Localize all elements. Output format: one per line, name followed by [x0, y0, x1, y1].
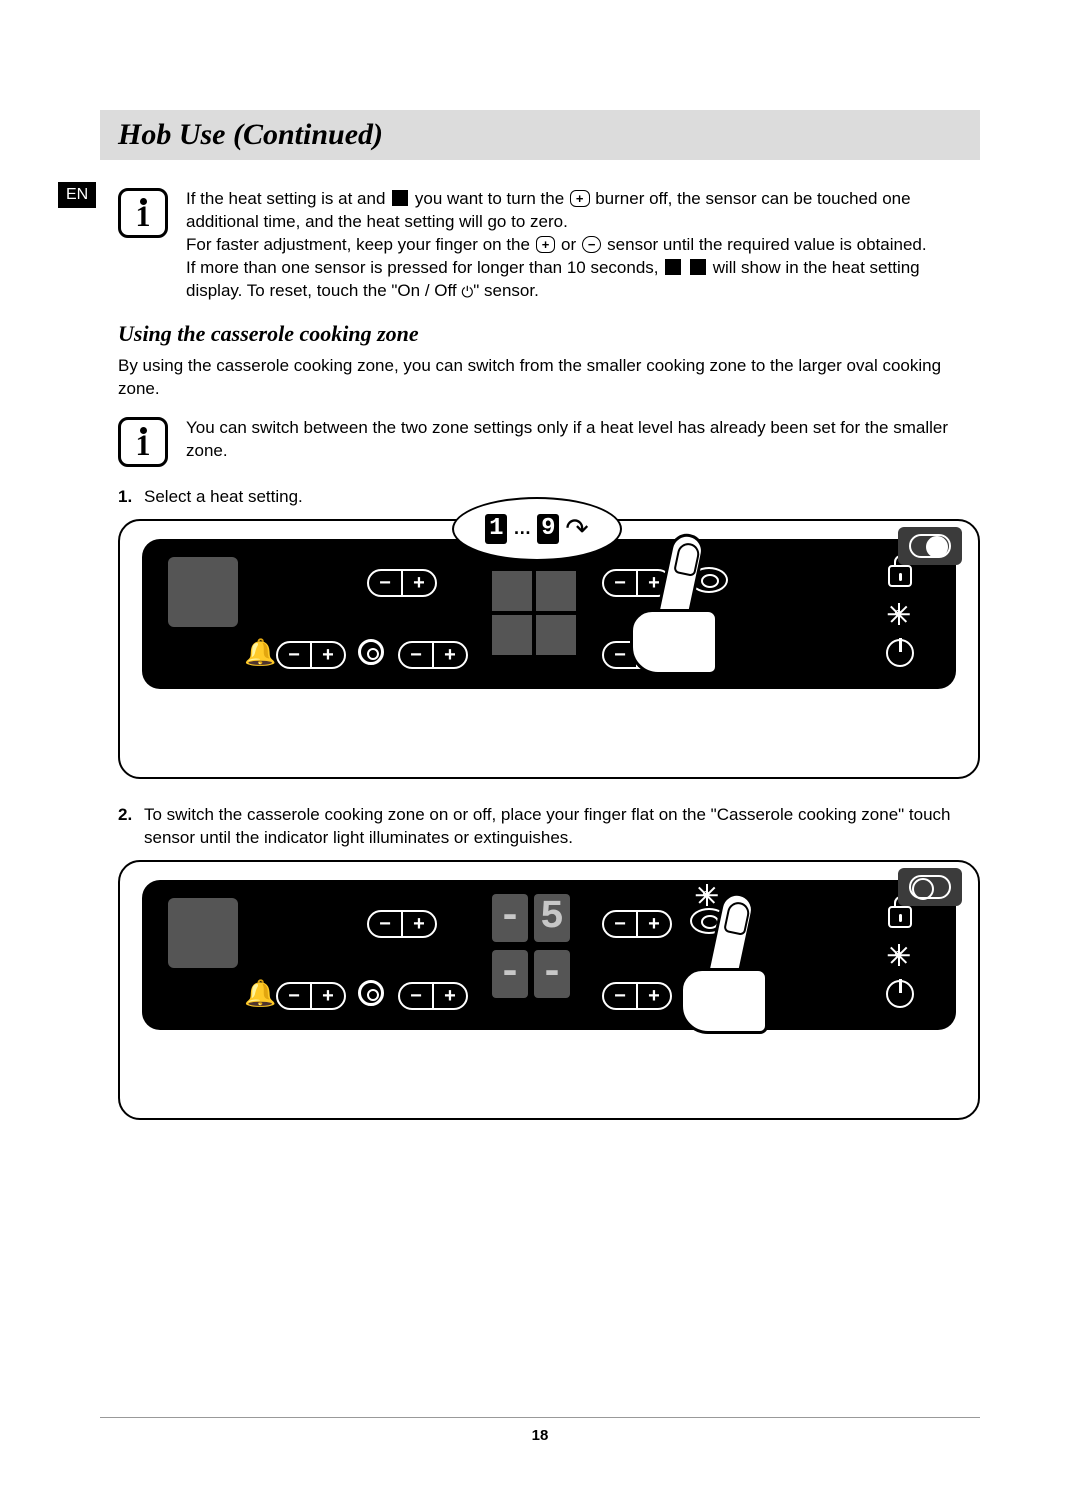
section-title-bar: Hob Use (Continued): [100, 110, 980, 160]
repeat-arrow-icon: ↷: [565, 512, 588, 545]
power-button[interactable]: [886, 639, 914, 667]
heat-level-block-icon: [392, 190, 408, 206]
casserole-toggle-indicator-off: [898, 868, 962, 906]
bell-icon: 🔔: [244, 637, 276, 668]
page-number: 18: [0, 1427, 1080, 1444]
figure-2: - 5 - - −+ −+ −+ −+ −+ 🔔: [118, 860, 980, 1120]
info-icon: 1: [118, 188, 168, 238]
lock-icon[interactable]: [888, 565, 912, 587]
casserole-toggle-indicator-on: [898, 527, 962, 565]
hand-pointer-icon: [612, 533, 732, 673]
minus-plus-control[interactable]: −+: [367, 910, 437, 938]
control-panel: −+ −+ −+ −+ −+ 🔔 1 … 9 ↷: [142, 539, 956, 689]
figure-1: −+ −+ −+ −+ −+ 🔔 1 … 9 ↷: [118, 519, 980, 779]
intro-paragraph: By using the casserole cooking zone, you…: [118, 355, 980, 401]
power-button[interactable]: [886, 980, 914, 1008]
minus-plus-control[interactable]: −+: [398, 982, 468, 1010]
info-note-2: 1 You can switch between the two zone se…: [118, 417, 980, 467]
minus-plus-control[interactable]: −+: [276, 641, 346, 669]
dual-zone-icon[interactable]: [358, 980, 384, 1006]
timer-display: [168, 557, 238, 627]
power-icon: ⏻: [461, 284, 473, 301]
bell-icon: 🔔: [244, 978, 276, 1009]
minus-sensor-icon: −: [582, 236, 602, 253]
hand-pointer-icon: [662, 892, 782, 1032]
lock-icon[interactable]: [888, 906, 912, 928]
zone-heat-display: - -: [492, 950, 570, 998]
error-block-icon: [665, 259, 681, 275]
digit-9: 9: [537, 514, 559, 544]
control-panel: - 5 - - −+ −+ −+ −+ −+ 🔔: [142, 880, 956, 1030]
info-text-2: You can switch between the two zone sett…: [186, 417, 980, 463]
info-text-1: If the heat setting is at and you want t…: [186, 188, 980, 303]
info-note-1: 1 If the heat setting is at and you want…: [118, 188, 980, 303]
plus-sensor-icon: +: [536, 236, 556, 253]
brightness-icon: [888, 944, 910, 966]
page-title: Hob Use (Continued): [118, 118, 962, 152]
dual-zone-icon[interactable]: [358, 639, 384, 665]
minus-plus-control[interactable]: −+: [276, 982, 346, 1010]
step-2: 2. To switch the casserole cooking zone …: [118, 803, 980, 851]
footer-rule: [100, 1417, 980, 1418]
speech-bubble: 1 … 9 ↷: [452, 497, 622, 561]
digit-1: 1: [485, 514, 507, 544]
language-badge: EN: [58, 182, 96, 208]
zone-heat-display: - 5: [492, 894, 570, 942]
minus-plus-control[interactable]: −+: [398, 641, 468, 669]
zone-display-grid: [492, 571, 578, 657]
timer-display: [168, 898, 238, 968]
brightness-icon: [888, 603, 910, 625]
info-icon: 1: [118, 417, 168, 467]
error-block-icon: [690, 259, 706, 275]
minus-plus-control[interactable]: −+: [367, 569, 437, 597]
plus-sensor-icon: +: [570, 190, 590, 207]
subsection-heading: Using the casserole cooking zone: [118, 321, 980, 347]
